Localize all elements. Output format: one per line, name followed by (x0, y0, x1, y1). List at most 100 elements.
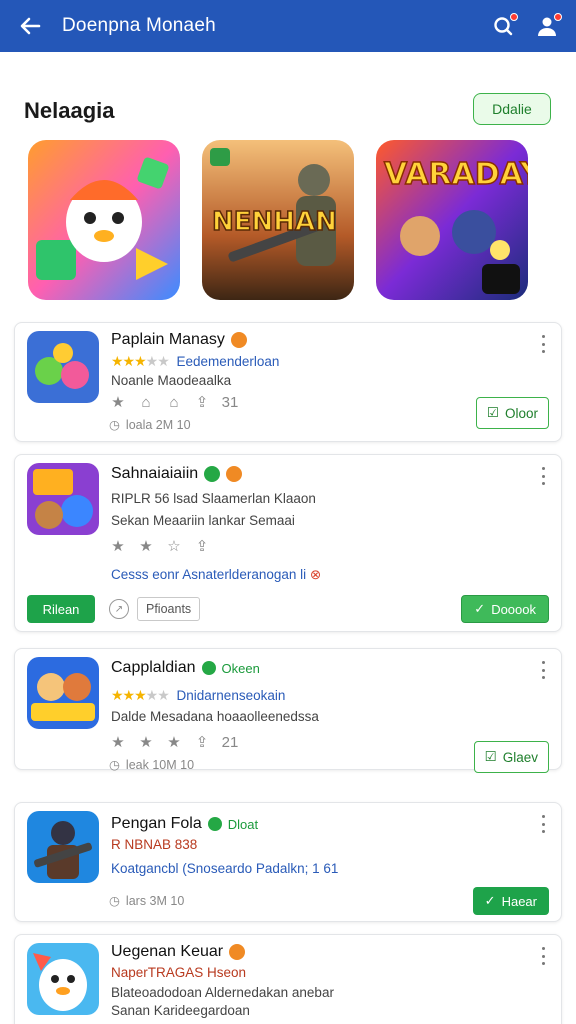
medal-icon (226, 466, 243, 482)
share-icon: ⇪ (195, 538, 209, 555)
more-options-icon[interactable] (539, 947, 547, 965)
app-name: Pengan Fola (111, 815, 202, 832)
app-description-2: Sanan Karideegardoan (111, 1003, 250, 1018)
app-icon (27, 657, 99, 729)
app-bar: Doenpna Monaeh (0, 0, 576, 52)
share-icon: ⇪ (195, 734, 209, 751)
promo-row: Cesss eonr Asnaterlderanogan li ⊗ (111, 567, 321, 583)
more-options-icon[interactable] (539, 467, 547, 485)
star-rating: ★★★★★ (111, 353, 170, 369)
app-title: Doenpna Monaeh (62, 15, 216, 36)
star-rating: ★★★★★ (111, 687, 170, 703)
star-icon: ★ (111, 394, 125, 411)
stat-count: 31 (221, 393, 239, 411)
star-icon: ★ (111, 538, 125, 555)
left-action-button[interactable]: Rilean (27, 595, 95, 623)
rating-row: ★★★★★ Dnidarnenseokain (111, 687, 285, 704)
notification-dot (510, 13, 518, 21)
app-list-card[interactable]: Pengan Fola Dloat R NBNAB 838 Koatgancbl… (14, 802, 562, 922)
app-subtitle: RIPLR 56 lsad Slaamerlan Klaaon (111, 491, 316, 506)
link-icon[interactable]: ↗ (109, 599, 129, 619)
download-icon: ⌂ (141, 393, 151, 411)
more-options-icon[interactable] (539, 815, 547, 833)
featured-game-tile[interactable]: VARADAY (376, 140, 528, 300)
svg-text:VARADAY: VARADAY (384, 157, 528, 192)
app-list-card[interactable]: Sahnaiaiaiin RIPLR 56 lsad Slaamerlan Kl… (14, 454, 562, 632)
card-action-button[interactable]: ☑ Oloor (475, 397, 549, 429)
info-row: ◷ lars 3M 10 (109, 893, 185, 909)
app-list-card[interactable]: Paplain Manasy ★★★★★ Eedemenderloan Noan… (14, 322, 562, 442)
card-action-button[interactable]: ☑ Glaev (473, 741, 549, 773)
app-description: Noanle Maodeaalka (111, 373, 232, 388)
rating-row: ★★★★★ Eedemenderloan (111, 353, 279, 370)
app-icon (27, 463, 99, 535)
card-action-button[interactable]: ✓ Haear (472, 887, 549, 915)
app-icon (27, 811, 99, 883)
status-tag: Okeen (221, 660, 260, 676)
app-subtitle: NaperTRAGAS Hseon (111, 965, 247, 980)
star-outline-icon: ☆ (167, 538, 181, 555)
app-name: Uegenan Keuar (111, 943, 224, 960)
meta-icons-row: ★ ⌂ ⌂ ⇪ 31 (109, 393, 239, 412)
rating-text: Dnidarnenseokain (176, 688, 286, 703)
star-icon: ★ (111, 734, 125, 751)
alert-icon: ⊗ (309, 567, 322, 582)
stat-count: 21 (221, 733, 239, 751)
app-subtitle: R NBNAB 838 (111, 837, 198, 852)
app-icon (27, 943, 99, 1015)
app-name: Capplaldian (111, 659, 196, 676)
svg-text:NENHAN: NENHAN (212, 207, 337, 237)
featured-game-tile[interactable]: NENHAN (202, 140, 354, 300)
section-action-button[interactable]: Ddalie (473, 93, 551, 125)
featured-game-tile[interactable] (28, 140, 180, 300)
app-list-card[interactable]: Capplaldian Okeen ★★★★★ Dnidarnenseokain… (14, 648, 562, 773)
back-arrow-icon[interactable] (16, 12, 44, 40)
share-icon: ⇪ (195, 394, 209, 411)
main-content: Nelaagia Ddalie NENHAN VARADAY Paplain M… (0, 52, 576, 1024)
status-tag: Dloat (227, 816, 259, 832)
app-name-row: Paplain Manasy (111, 331, 247, 349)
edit-icon: ☑ (484, 749, 497, 764)
secondary-button[interactable]: Pfioants (137, 597, 201, 621)
featured-row: NENHAN VARADAY (28, 140, 528, 300)
app-description: Blateoadodoan Aldernedakan anebar (111, 985, 334, 1000)
meta-icons-row: ★ ★ ★ ⇪ 21 (109, 733, 239, 752)
promo-text: Cesss eonr Asnaterlderanogan li (111, 567, 307, 582)
medal-icon (230, 332, 247, 348)
card-action-button[interactable]: ✓ Dooook (461, 595, 549, 623)
more-options-icon[interactable] (539, 661, 547, 679)
info-text: leak 10M 10 (125, 757, 195, 772)
clock-icon: ◷ (109, 894, 120, 908)
info-row: ◷ leak 10M 10 (109, 757, 195, 773)
info-row: ◷ loala 2M 10 (109, 417, 191, 433)
verified-icon (207, 817, 222, 831)
home-icon: ⌂ (169, 393, 179, 411)
search-icon[interactable] (490, 13, 518, 39)
app-name: Paplain Manasy (111, 331, 225, 348)
check-icon: ✓ (484, 893, 496, 908)
verified-icon (204, 466, 221, 482)
notification-dot (554, 13, 562, 21)
app-list-card[interactable]: Uegenan Keuar NaperTRAGAS Hseon Blateoad… (14, 934, 562, 1024)
app-name-row: Capplaldian Okeen (111, 659, 260, 677)
more-options-icon[interactable] (539, 335, 547, 353)
section-title: Nelaagia (24, 98, 115, 123)
star-icon: ★ (167, 734, 181, 751)
app-name-row: Uegenan Keuar (111, 943, 246, 961)
medal-icon (229, 944, 246, 960)
info-text: loala 2M 10 (125, 417, 191, 432)
star-icon: ★ (139, 538, 153, 555)
profile-icon[interactable] (534, 13, 562, 39)
app-name-row: Sahnaiaiaiin (111, 465, 243, 483)
app-name: Sahnaiaiaiin (111, 465, 199, 482)
star-icon: ★ (139, 734, 153, 751)
info-text: lars 3M 10 (125, 893, 185, 908)
rating-text: Eedemenderloan (176, 354, 280, 369)
meta-icons-row: ★ ★ ☆ ⇪ (109, 537, 211, 555)
app-description: Dalde Mesadana hoaaolleenedssa (111, 709, 319, 724)
clock-icon: ◷ (109, 418, 120, 432)
check-icon: ✓ (474, 601, 486, 616)
edit-icon: ☑ (486, 405, 499, 420)
app-description: Sekan Meaariin lankar Semaai (111, 513, 295, 528)
app-name-row: Pengan Fola Dloat (111, 815, 258, 833)
